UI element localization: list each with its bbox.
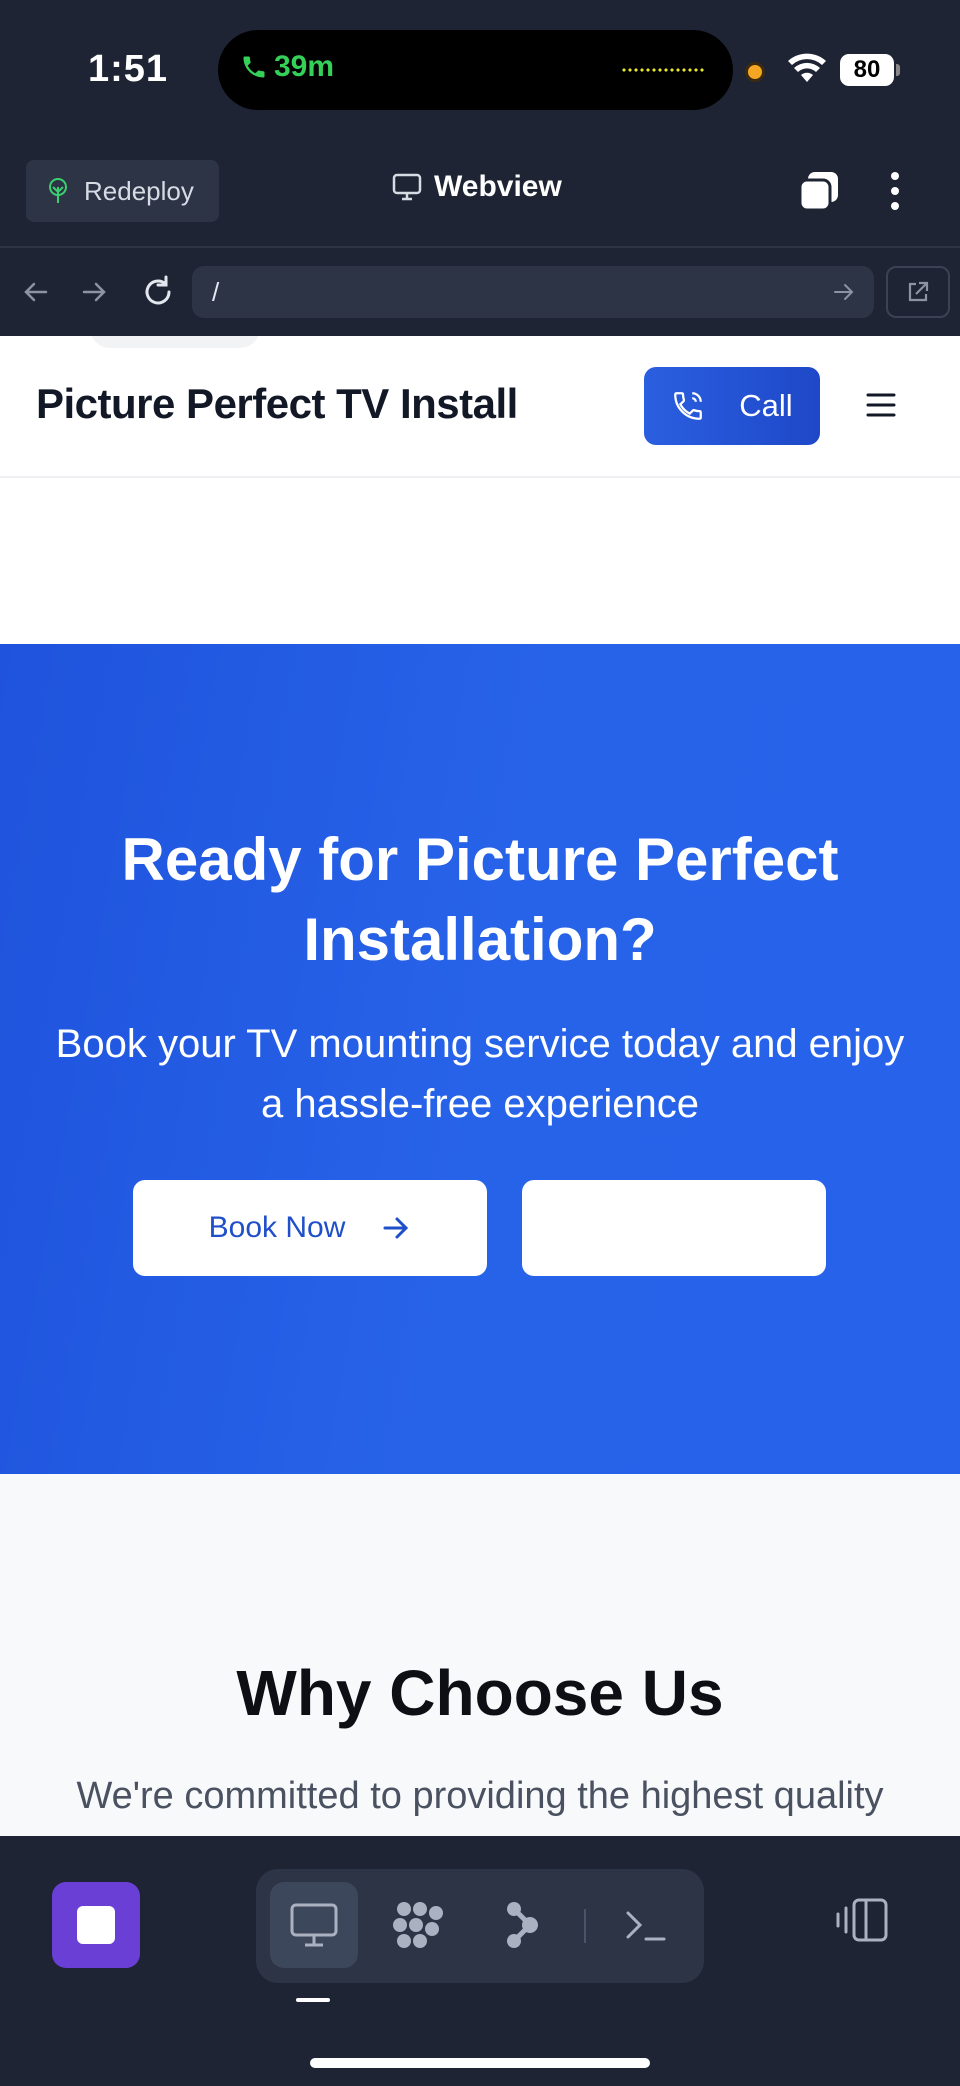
why-title: Why Choose Us: [236, 1657, 724, 1729]
webview-label: Webview: [434, 170, 562, 203]
menu-icon[interactable]: [866, 392, 896, 418]
monitor-icon: [392, 173, 422, 201]
go-arrow-icon[interactable]: [832, 280, 856, 304]
hero-subtitle: Book your TV mounting service today and …: [55, 1022, 905, 1126]
terminal-tab[interactable]: [602, 1882, 690, 1968]
phone-call-icon: [674, 392, 703, 420]
monitor-icon: [290, 1903, 338, 1947]
hero-title: Ready for Picture Perfect Installation?: [121, 826, 839, 973]
book-now-button[interactable]: Book Now: [133, 1180, 487, 1276]
active-tab-indicator: [296, 1998, 330, 2002]
stop-button[interactable]: [52, 1882, 140, 1968]
back-icon[interactable]: [20, 274, 50, 310]
stop-icon: [77, 1906, 115, 1944]
panel-toggle-icon[interactable]: [834, 1896, 890, 1944]
site-header: Picture Perfect TV Install Call: [0, 336, 960, 478]
redeploy-label: Redeploy: [84, 175, 194, 206]
forward-icon[interactable]: [80, 274, 110, 310]
wifi-icon: [788, 53, 826, 82]
webview-content: Picture Perfect TV Install Call Ready fo…: [0, 336, 960, 1836]
agents-tab[interactable]: [374, 1882, 462, 1968]
call-duration: 39m: [274, 50, 335, 83]
status-bar: 1:51 39m 80: [0, 0, 960, 150]
app-toolbar: Redeploy Webview: [0, 150, 960, 248]
deploy-icon: [49, 178, 67, 203]
why-subtitle: We're committed to providing the highest…: [76, 1775, 884, 1817]
redeploy-button[interactable]: Redeploy: [26, 160, 219, 222]
arrow-right-icon: [383, 1217, 409, 1239]
audio-waveform: [621, 68, 705, 72]
workflow-tab[interactable]: [478, 1882, 566, 1968]
webview-title[interactable]: Webview: [392, 170, 562, 204]
dynamic-island[interactable]: 39m: [218, 30, 733, 110]
clock: 1:51: [88, 48, 169, 90]
view-switcher: [256, 1869, 704, 1983]
external-link-icon: [908, 281, 929, 302]
bottom-dock: [0, 1836, 960, 2086]
book-now-label: Book Now: [208, 1211, 346, 1244]
webview-tab[interactable]: [270, 1882, 358, 1968]
site-brand[interactable]: Picture Perfect TV Install: [36, 380, 518, 428]
open-external-button[interactable]: [886, 266, 950, 318]
terminal-icon: [626, 1911, 666, 1941]
dock-divider: [584, 1909, 586, 1943]
privacy-indicator: [745, 62, 765, 82]
home-indicator[interactable]: [310, 2058, 650, 2068]
molecule-icon: [393, 1902, 443, 1948]
call-button[interactable]: Call: [644, 367, 820, 445]
url-bar: /: [0, 250, 960, 336]
scrolled-content-fragment: [90, 336, 260, 348]
tabs-icon[interactable]: [796, 168, 842, 214]
reload-icon[interactable]: [140, 274, 176, 310]
workflow-icon: [507, 1902, 538, 1948]
battery-indicator: 80: [840, 54, 900, 86]
call-label: Call: [739, 388, 793, 423]
url-value: /: [212, 277, 220, 307]
secondary-cta-button[interactable]: [522, 1180, 826, 1276]
call-indicator[interactable]: 39m: [240, 50, 334, 84]
cta-hero-section: Ready for Picture Perfect Installation? …: [0, 644, 960, 1474]
why-choose-us-section: Why Choose Us We're committed to providi…: [0, 1474, 960, 1836]
more-options-icon[interactable]: [880, 168, 910, 214]
url-input[interactable]: /: [192, 266, 874, 318]
phone-icon: [243, 56, 265, 78]
